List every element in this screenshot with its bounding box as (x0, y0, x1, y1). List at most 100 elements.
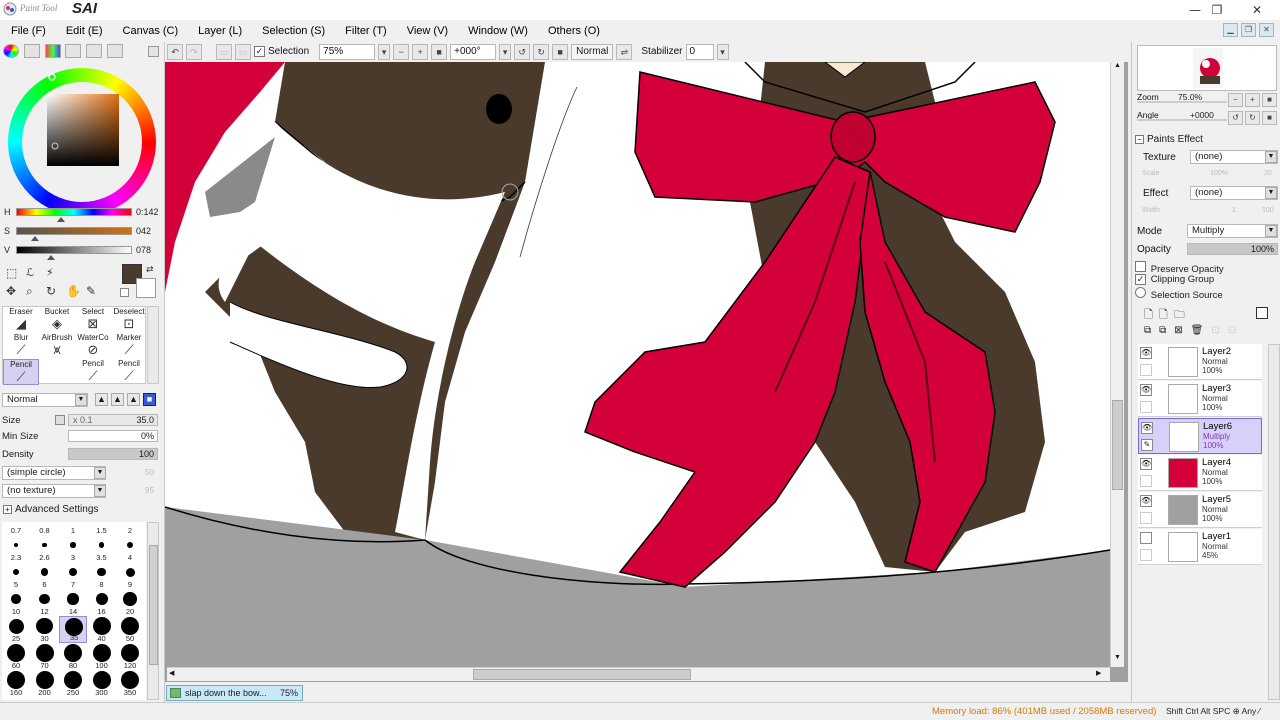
selection-source-row[interactable]: Selection Source (1135, 287, 1223, 301)
mdi-restore-icon[interactable]: ❐ (1241, 23, 1256, 37)
secondary-color-swatch[interactable] (136, 278, 156, 298)
chevron-down-icon[interactable]: ▼ (1265, 187, 1277, 199)
vertical-scroll-thumb[interactable] (1112, 400, 1123, 490)
eye-icon[interactable]: 👁 (1140, 495, 1152, 507)
saturation-slider-thumb[interactable] (30, 236, 39, 241)
eye-icon[interactable]: 👁 (1140, 458, 1152, 470)
brush-size-preset[interactable]: 160 (2, 670, 30, 697)
brush-size-preset[interactable]: 70 (31, 643, 59, 670)
deselect-icon[interactable]: ▭ (216, 43, 232, 60)
new-folder-icon[interactable]: 🗀 (1174, 306, 1185, 325)
size-lock-icon[interactable] (55, 415, 65, 425)
clipping-group-checkbox[interactable]: ✓ (1135, 274, 1146, 285)
redo-icon[interactable]: ↷ (186, 43, 202, 60)
new-layer-icon[interactable]: 🗋 (1144, 306, 1153, 325)
lock-icon[interactable] (1140, 475, 1152, 487)
brush-size-preset[interactable]: 2.3 (2, 535, 30, 562)
zoom-out-icon[interactable]: − (393, 43, 410, 60)
eye-icon[interactable] (1140, 532, 1152, 544)
brush-size-preset[interactable]: 30 (31, 616, 59, 643)
chevron-down-icon[interactable]: ▼ (75, 394, 87, 406)
document-tab[interactable]: slap down the bow... 75% (166, 685, 303, 701)
brush-size-preset[interactable]: 9 (116, 562, 144, 589)
lock-icon[interactable] (1140, 549, 1152, 561)
view-mode-select[interactable]: Normal (571, 43, 614, 60)
brush-size-preset[interactable]: 3 (59, 535, 87, 562)
merge-down-icon[interactable]: ⧉ (1159, 325, 1166, 336)
menu-selection[interactable]: Selection (S) (262, 25, 325, 37)
chevron-down-icon[interactable]: ▾ (378, 43, 391, 60)
brush-size-preset[interactable]: 40 (88, 616, 116, 643)
opacity-slider[interactable]: 100% (1187, 243, 1278, 255)
menu-layer[interactable]: Layer (L) (198, 25, 242, 37)
chevron-down-icon[interactable]: ▼ (1265, 151, 1277, 163)
menu-file[interactable]: File (F) (11, 25, 46, 37)
brush-size-preset[interactable]: 300 (88, 670, 116, 697)
scroll-right-icon[interactable]: ▶ (1096, 668, 1108, 680)
color-wheel[interactable] (8, 68, 156, 216)
rgb-slider-tab-icon[interactable] (23, 44, 40, 58)
move-icon[interactable]: ✥ (6, 284, 16, 298)
value-slider[interactable] (16, 246, 132, 254)
hue-slider[interactable] (16, 208, 132, 216)
rotate-icon[interactable]: ↻ (46, 284, 56, 298)
brush-size-preset[interactable]: 8 (88, 562, 116, 589)
tool-pencil-2[interactable]: Pencil ⟋ (75, 359, 111, 385)
brush-size-preset[interactable]: 0.7 (2, 522, 30, 535)
brush-size-preset[interactable]: 6 (31, 562, 59, 589)
navigator-preview[interactable] (1137, 45, 1277, 91)
shape-medium-icon[interactable]: ▲ (111, 393, 124, 406)
zoom-reset-icon[interactable]: ■ (431, 43, 448, 60)
layer-row[interactable]: 👁 ✎ Layer6 Multiply 100% (1138, 418, 1262, 454)
maximize-button[interactable]: ❐ (1197, 0, 1237, 20)
brush-size-preset[interactable]: 2.6 (31, 535, 59, 562)
brush-size-scrollbar[interactable] (147, 522, 159, 700)
eyedropper-icon[interactable]: ✎ (86, 284, 96, 298)
brush-size-preset[interactable]: 80 (59, 643, 87, 670)
brush-size-preset[interactable]: 10 (2, 589, 30, 616)
eye-icon[interactable]: 👁 (1141, 422, 1153, 434)
rotate-right-icon[interactable]: ↻ (533, 43, 550, 60)
brush-size-preset[interactable]: 5 (2, 562, 30, 589)
nav-angle-slider[interactable] (1137, 119, 1227, 121)
brush-size-preset[interactable]: 250 (59, 670, 87, 697)
brush-size-preset[interactable]: 50 (116, 616, 144, 643)
eye-icon[interactable]: 👁 (1140, 384, 1152, 396)
layer-row[interactable]: 👁 Layer2 Normal 100% (1138, 344, 1262, 380)
brush-size-preset[interactable]: 16 (88, 589, 116, 616)
menu-filter[interactable]: Filter (T) (345, 25, 387, 37)
layer-row[interactable]: 👁 Layer4 Normal 100% (1138, 455, 1262, 491)
color-wheel-tab-icon[interactable] (3, 44, 19, 58)
brush-size-preset[interactable]: 1.5 (88, 522, 116, 535)
brush-shape-select[interactable]: (simple circle) (2, 466, 106, 480)
size-slider[interactable]: x 0.1 35.0 (68, 414, 158, 426)
zoom-icon[interactable]: ⌕ (26, 284, 33, 299)
brush-size-preset[interactable]: 3.5 (88, 535, 116, 562)
tool-bucket[interactable]: Bucket ◈ (39, 307, 75, 333)
saturation-slider[interactable] (16, 227, 132, 235)
brush-size-preset[interactable]: 200 (31, 670, 59, 697)
delete-layer-icon[interactable]: 🗑 (1191, 325, 1204, 336)
brush-size-preset[interactable]: 25 (2, 616, 30, 643)
shape-soft-icon[interactable]: ▲ (95, 393, 108, 406)
hsv-slider-tab-icon[interactable] (44, 44, 61, 58)
angle-input[interactable]: +000° (450, 43, 497, 60)
shape-hard-icon[interactable]: ▲ (127, 393, 140, 406)
menu-view[interactable]: View (V) (407, 25, 448, 37)
tool-blur[interactable]: Blur ⟋ (3, 333, 39, 359)
transfer-down-icon[interactable]: ⧉ (1144, 325, 1151, 336)
brush-size-preset[interactable]: 2 (116, 522, 144, 535)
scratchpad-tab-icon[interactable] (86, 44, 103, 58)
brush-size-preset[interactable]: 4 (116, 535, 144, 562)
collapse-icon[interactable]: − (1135, 135, 1144, 144)
menu-others[interactable]: Others (O) (548, 25, 600, 37)
tool-airbrush[interactable]: AirBrush ⩙ (39, 333, 75, 359)
magic-wand-icon[interactable]: ⚡ (46, 266, 54, 279)
selection-source-radio[interactable] (1135, 287, 1146, 298)
swatches-tab-icon[interactable] (65, 44, 82, 58)
brush-size-preset[interactable]: 35 (59, 616, 87, 643)
chevron-down-icon[interactable]: ▾ (499, 43, 512, 60)
chevron-down-icon[interactable]: ▼ (94, 485, 106, 497)
mdi-close-icon[interactable]: ✕ (1259, 23, 1274, 37)
lock-icon[interactable] (1140, 364, 1152, 376)
